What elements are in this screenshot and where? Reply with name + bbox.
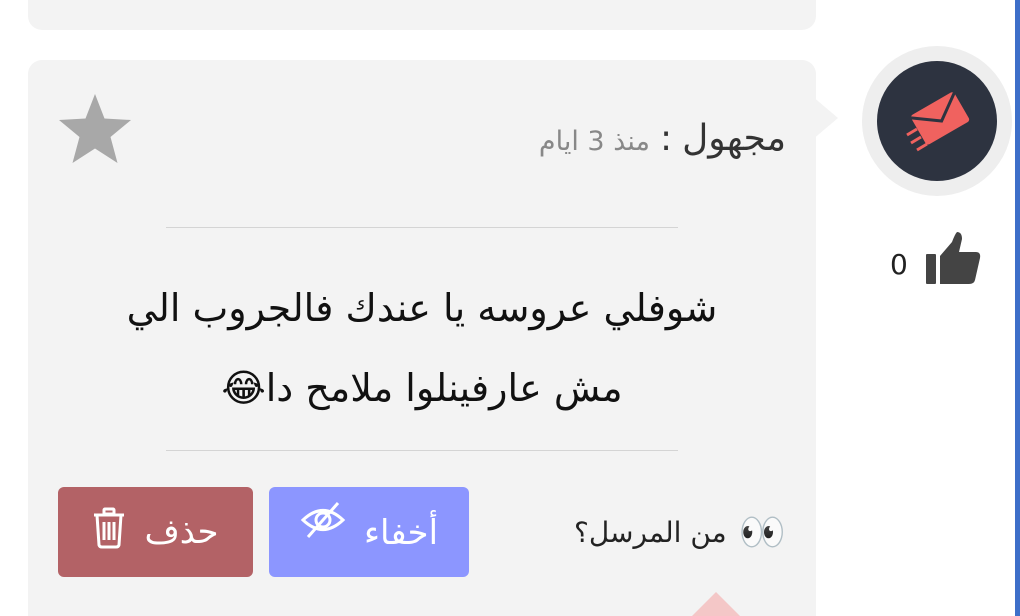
message-header: مجهول: منذ 3 ايام — [440, 118, 786, 159]
trash-icon — [92, 507, 126, 558]
next-card-indicator — [686, 592, 746, 616]
star-icon[interactable] — [56, 92, 134, 166]
header-separator: : — [659, 118, 673, 159]
flying-envelope-icon — [897, 79, 977, 163]
thumbs-up-icon[interactable] — [924, 230, 982, 286]
previous-message-card — [28, 0, 816, 30]
like-count: 0 — [890, 248, 908, 281]
delete-button[interactable]: حذف — [58, 487, 253, 577]
page: مجهول: منذ 3 ايام شوفلي عروسه يا عندك فال… — [0, 0, 1020, 616]
eye-slash-icon — [300, 501, 346, 548]
message-line: شوفلي عروسه يا عندك فالجروب الي — [126, 286, 718, 330]
sender-name: مجهول — [682, 118, 786, 159]
divider-top — [166, 227, 678, 228]
message-line: مش عارفينلوا ملامح دا😂 — [221, 366, 623, 410]
reveal-sender-link[interactable]: من المرسل؟ 👀 — [546, 504, 786, 560]
message-time: منذ 3 ايام — [538, 126, 650, 157]
hide-button[interactable]: أخفاء — [269, 487, 469, 577]
avatar — [877, 61, 997, 181]
card-pointer — [812, 96, 838, 140]
eyes-icon: 👀 — [738, 510, 786, 554]
hide-label: أخفاء — [364, 513, 439, 553]
delete-label: حذف — [144, 512, 219, 552]
scroll-edge — [1015, 0, 1020, 616]
reveal-sender-label: من المرسل؟ — [573, 515, 727, 549]
message-body: شوفلي عروسه يا عندك فالجروب الي مش عارفي… — [60, 268, 784, 428]
divider-bottom — [166, 450, 678, 451]
